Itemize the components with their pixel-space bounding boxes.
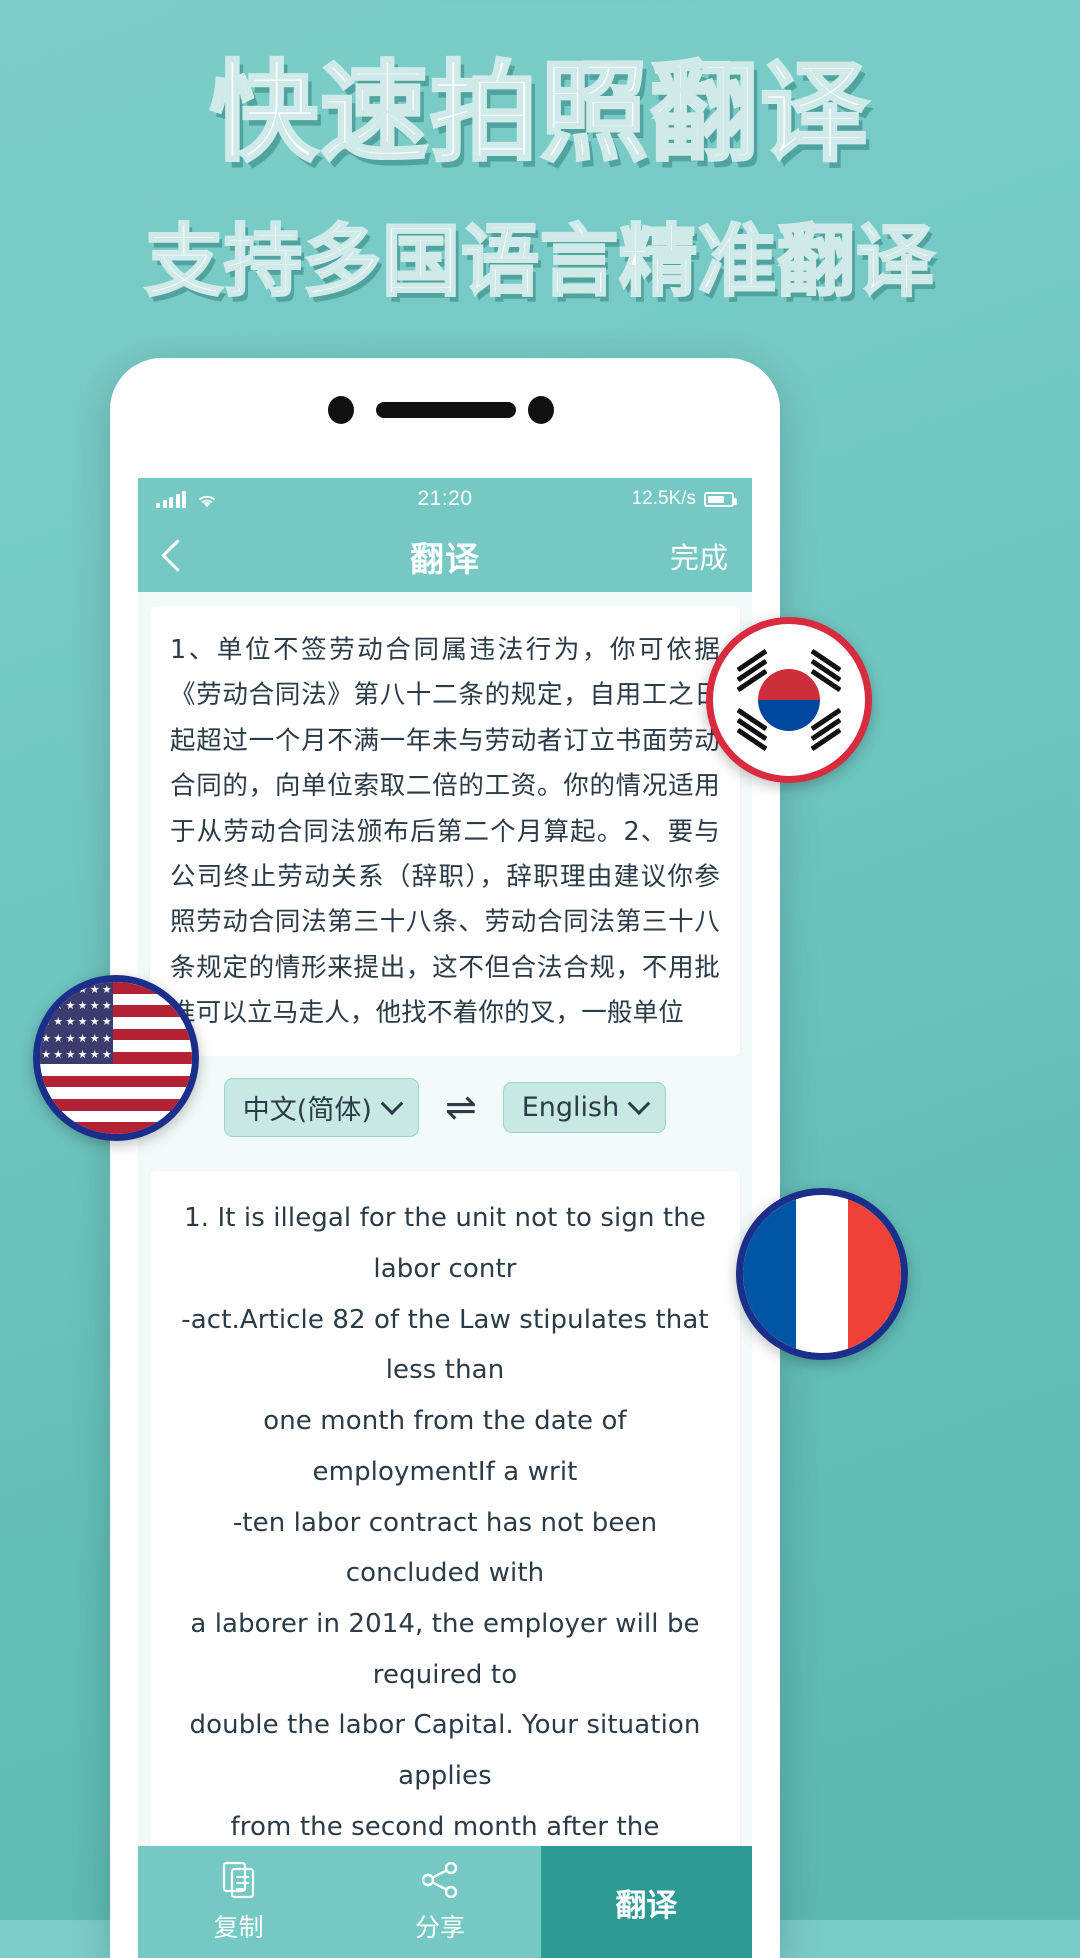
share-nodes-icon	[420, 1860, 460, 1900]
status-bar-right: 12.5K/s	[631, 488, 737, 510]
promo-headline-container: 快速拍照翻译	[0, 48, 1080, 180]
chevron-down-icon	[627, 1092, 651, 1115]
france-flag	[736, 1188, 908, 1360]
share-button[interactable]: 分享	[339, 1846, 540, 1958]
copy-label: 复制	[213, 1913, 264, 1942]
target-language-dropdown[interactable]: English	[502, 1082, 667, 1134]
camera-dot-icon	[328, 396, 354, 424]
translation-line: a laborer in 2014, the employer will be …	[190, 1608, 700, 1690]
promo-headline: 快速拍照翻译	[208, 50, 870, 178]
bottom-toolbar: 复制 分享 翻译	[138, 1846, 752, 1958]
promo-subheadline: 支持多国语言精准翻译	[144, 216, 936, 308]
translation-line: one month from the date of employmentIf …	[263, 1406, 627, 1487]
phone-screen: 21:20 12.5K/s 翻译 完成 1、单位不签劳动合同属违法行为，你可依据…	[138, 478, 752, 1958]
app-header: 翻译 完成	[138, 520, 752, 592]
source-language-dropdown[interactable]: 中文(简体)	[223, 1078, 419, 1138]
usa-flag: ★ ★ ★ ★ ★ ★ ★ ★ ★ ★ ★ ★ ★ ★ ★ ★ ★ ★ ★ ★ ★ ★ ★ ★ ★ ★ ★ ★ ★ ★	[33, 975, 199, 1141]
source-text: 1、单位不签劳动合同属违法行为，你可依据《劳动合同法》第八十二条的规定，自用工之…	[170, 635, 720, 1028]
tricolor-bands	[743, 1195, 901, 1353]
page-title: 翻译	[410, 540, 480, 579]
done-button[interactable]: 完成	[670, 535, 728, 577]
phone-top-bezel	[110, 358, 780, 478]
translation-line: -ten labor contract has not been conclud…	[232, 1507, 658, 1589]
korea-flag	[706, 617, 872, 783]
taegeuk-symbol	[758, 669, 820, 731]
translation-line: double the labor Capital. Your situation…	[189, 1710, 701, 1791]
network-speed-label: 12.5K/s	[631, 488, 696, 509]
chevron-down-icon	[380, 1092, 404, 1115]
target-language-label: English	[521, 1092, 620, 1124]
phone-mockup: 21:20 12.5K/s 翻译 完成 1、单位不签劳动合同属违法行为，你可依据…	[110, 358, 780, 1958]
translation-result-card[interactable]: 1. It is illegal for the unit not to sig…	[150, 1171, 740, 1958]
promo-subheadline-container: 支持多国语言精准翻译	[0, 216, 1080, 310]
translate-button[interactable]: 翻译	[540, 1846, 752, 1958]
source-language-label: 中文(简体)	[242, 1095, 372, 1127]
copy-document-icon	[221, 1860, 257, 1900]
translation-line: -act.Article 82 of the Law stipulates th…	[181, 1304, 709, 1386]
language-selector-bar: 中文(简体) ⇌ English	[138, 1056, 752, 1158]
copy-button[interactable]: 复制	[138, 1846, 339, 1958]
share-label: 分享	[414, 1913, 465, 1942]
translation-text: 1. It is illegal for the unit not to sig…	[170, 1193, 720, 1953]
star-field: ★ ★ ★ ★ ★ ★ ★ ★ ★ ★ ★ ★ ★ ★ ★ ★ ★ ★ ★ ★ ★ ★ ★ ★ ★ ★ ★ ★ ★ ★	[40, 982, 113, 1064]
source-text-card[interactable]: 1、单位不签劳动合同属违法行为，你可依据《劳动合同法》第八十二条的规定，自用工之…	[150, 606, 740, 1057]
translation-line: 1. It is illegal for the unit not to sig…	[184, 1203, 706, 1285]
swap-arrows-icon[interactable]: ⇌	[445, 1089, 477, 1127]
status-bar: 21:20 12.5K/s	[138, 478, 752, 520]
sensor-dot-icon	[528, 396, 554, 424]
earpiece-speaker	[376, 402, 516, 418]
battery-icon	[704, 491, 737, 507]
